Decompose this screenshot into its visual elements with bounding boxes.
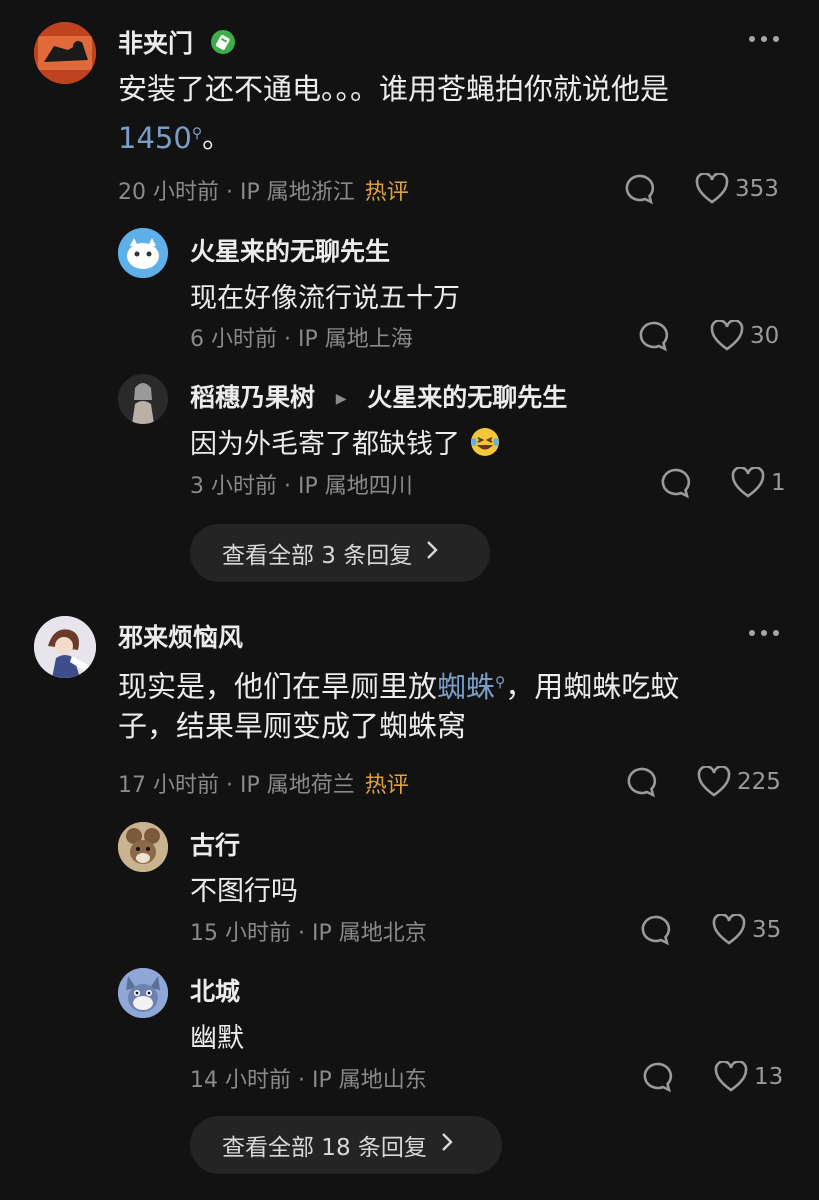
comment-icon[interactable] [624,765,658,799]
chevron-right-icon [441,1132,453,1158]
reply-author[interactable]: 稻穗乃果树 ▶ 火星来的无聊先生 [190,378,567,414]
chevron-right-icon [426,540,438,566]
comment-icon[interactable] [636,319,670,353]
comment-meta: 20 小时前 · IP 属地浙江 热评 [118,180,409,205]
hot-badge: 热评 [364,773,409,798]
hot-badge: 热评 [364,180,409,205]
comment-icon[interactable] [658,466,692,500]
search-link-icon: ⚲ [495,674,506,690]
comment-text-line2: 子，结果旱厕变成了蜘蛛窝 [118,709,467,743]
laughing-emoji-icon [469,426,501,465]
reply-text: 不图行吗 [190,876,298,907]
comment-text: 现实是，他们在旱厕里放蜘蛛⚲，用蜘蛛吃蚊 [118,669,680,704]
search-link[interactable]: 1450⚲ [118,121,202,155]
reply-meta: 3 小时前 · IP 属地四川 [190,474,413,499]
avatar[interactable] [34,616,96,678]
like-button[interactable]: 13 [714,1060,783,1094]
reply-arrow-icon: ▶ [335,391,347,407]
comment-author[interactable]: 邪来烦恼风 [118,618,243,654]
comment-meta: 17 小时前 · IP 属地荷兰 热评 [118,773,409,798]
reply-author[interactable]: 北城 [190,972,240,1008]
comment-text: 安装了还不通电。。。谁用苍蝇拍你就说他是 [118,72,670,106]
like-button[interactable]: 30 [710,319,779,353]
reply-avatar[interactable] [118,822,168,872]
heart-icon [731,467,765,498]
reply-avatar[interactable] [118,968,168,1018]
comment-text-line2: 1450⚲。 [118,120,232,155]
reply-meta: 14 小时前 · IP 属地山东 [190,1068,427,1093]
like-button[interactable]: 1 [731,466,786,500]
reply-avatar[interactable] [118,228,168,278]
comment-author[interactable]: 非夹门 [118,24,236,61]
comment-icon[interactable] [622,172,656,206]
reply-meta: 6 小时前 · IP 属地上海 [190,327,413,352]
reply-text: 幽默 [190,1023,244,1054]
comment-icon[interactable] [638,913,672,947]
view-all-replies-button[interactable]: 查看全部 3 条回复 [190,524,490,582]
avatar[interactable] [34,22,96,84]
reply-text: 因为外毛寄了都缺钱了 [190,422,501,465]
heart-icon [714,1061,748,1092]
search-link[interactable]: 蜘蛛⚲ [437,670,505,704]
like-button[interactable]: 225 [697,765,781,799]
view-all-replies-button[interactable]: 查看全部 18 条回复 [190,1116,502,1174]
search-link-icon: ⚲ [191,125,203,141]
like-button[interactable]: 353 [695,172,779,206]
heart-icon [695,173,729,204]
like-button[interactable]: 35 [712,913,781,947]
reply-author[interactable]: 火星来的无聊先生 [190,232,390,268]
reply-text: 现在好像流行说五十万 [190,283,460,314]
reply-meta: 15 小时前 · IP 属地北京 [190,921,427,946]
heart-icon [697,766,731,797]
heart-icon [710,320,744,351]
reply-author[interactable]: 古行 [190,826,240,862]
comment-icon[interactable] [640,1060,674,1094]
reply-avatar[interactable] [118,374,168,424]
more-icon[interactable] [749,630,779,638]
more-icon[interactable] [749,36,779,44]
reply-to-author[interactable]: 火星来的无聊先生 [367,383,567,412]
heart-icon [712,914,746,945]
verified-badge-icon [210,29,236,61]
